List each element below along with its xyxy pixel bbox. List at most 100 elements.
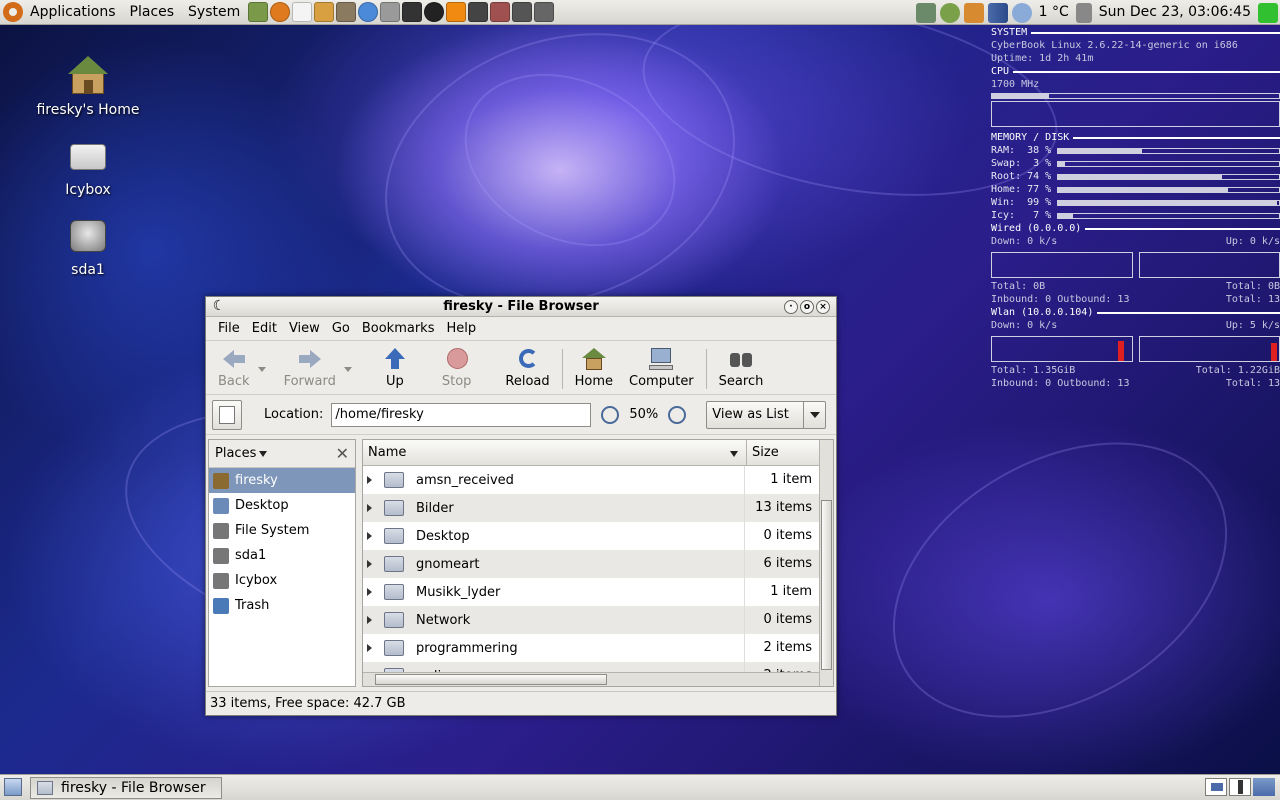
tools-launcher-icon[interactable] <box>314 2 335 22</box>
disc-launcher-icon[interactable] <box>424 2 445 22</box>
cpu-graph <box>991 101 1280 127</box>
table-row[interactable]: Network 0 items <box>363 606 833 634</box>
trash-applet-icon[interactable] <box>1253 778 1275 796</box>
sidebar-item-desktop[interactable]: Desktop <box>209 493 355 518</box>
view-mode-select[interactable]: View as List <box>706 400 827 429</box>
contacts-launcher-icon[interactable] <box>380 2 401 22</box>
toggle-location-button[interactable] <box>212 399 242 430</box>
back-history-dropdown[interactable] <box>257 367 266 372</box>
firefox-launcher-icon[interactable] <box>270 2 291 22</box>
expand-arrow-icon[interactable] <box>367 560 372 568</box>
column-name[interactable]: Name <box>363 440 747 465</box>
menu-go[interactable]: Go <box>326 321 356 336</box>
workspace-2[interactable] <box>1229 778 1251 796</box>
title-bar[interactable]: ☾ firesky - File Browser · o × <box>206 297 836 317</box>
up-button[interactable]: Up <box>374 345 416 391</box>
expand-arrow-icon[interactable] <box>367 504 372 512</box>
trash-icon <box>213 597 229 614</box>
running-man-icon[interactable] <box>1258 2 1278 23</box>
menu-bookmarks[interactable]: Bookmarks <box>356 321 441 336</box>
sidebar-item-file-system[interactable]: File System <box>209 518 355 543</box>
close-button[interactable]: × <box>816 300 830 314</box>
wired-down: Down: 0 k/s <box>991 236 1058 247</box>
ubuntu-logo-icon[interactable] <box>3 2 23 22</box>
applications-menu[interactable]: Applications <box>23 0 123 25</box>
media-launcher-icon[interactable] <box>490 2 511 22</box>
stop-button[interactable]: Stop <box>434 345 480 391</box>
location-input[interactable] <box>331 402 592 427</box>
sidebar-item-firesky[interactable]: firesky <box>209 468 355 493</box>
forward-history-dropdown[interactable] <box>343 367 352 372</box>
minimize-button[interactable]: · <box>784 300 798 314</box>
sidebar-item-sda1[interactable]: sda1 <box>209 543 355 568</box>
show-desktop-icon[interactable] <box>4 778 22 796</box>
usage-bar-label: Root: 74 % <box>991 171 1052 182</box>
table-row[interactable]: Desktop 0 items <box>363 522 833 550</box>
vertical-scrollbar[interactable] <box>819 440 833 686</box>
horizontal-scroll-thumb[interactable] <box>375 674 607 685</box>
desktop-icon-icybox[interactable]: Icybox <box>33 134 143 198</box>
expand-arrow-icon[interactable] <box>367 644 372 652</box>
pidgin-launcher-icon[interactable] <box>358 2 379 22</box>
reload-button[interactable]: Reload <box>497 345 557 391</box>
desktop-icon-sda1[interactable]: sda1 <box>33 214 143 278</box>
window-menu-icon[interactable]: ☾ <box>212 299 226 314</box>
places-menu[interactable]: Places <box>123 0 182 25</box>
sidebar-type-select[interactable]: Places <box>215 446 267 461</box>
sidebar-item-icybox[interactable]: Icybox <box>209 568 355 593</box>
table-row[interactable]: Bilder 13 items <box>363 494 833 522</box>
signal-strength-icon[interactable] <box>987 2 1008 23</box>
menu-help[interactable]: Help <box>440 321 482 336</box>
wired-heading: Wired (0.0.0.0) <box>991 222 1280 235</box>
table-row[interactable]: programmering 2 items <box>363 634 833 662</box>
desktop-icon-home[interactable]: firesky's Home <box>33 54 143 118</box>
sidebar-item-trash[interactable]: Trash <box>209 593 355 618</box>
screen-launcher-icon[interactable] <box>534 2 555 22</box>
usage-bar-row: Home: 77 % <box>991 183 1280 196</box>
film-launcher-icon[interactable] <box>512 2 533 22</box>
back-button[interactable]: Back <box>210 345 258 391</box>
close-sidebar-icon[interactable]: ✕ <box>336 444 349 463</box>
location-bar: Location: 50% View as List <box>206 395 836 435</box>
table-row[interactable]: gnomeart 6 items <box>363 550 833 578</box>
temperature-readout[interactable]: 1 °C <box>1034 0 1074 25</box>
computer-button[interactable]: Computer <box>621 345 702 391</box>
expand-arrow-icon[interactable] <box>367 588 372 596</box>
drive-icon <box>213 547 229 564</box>
menu-edit[interactable]: Edit <box>246 321 283 336</box>
vertical-scroll-thumb[interactable] <box>821 500 832 670</box>
app-launcher-icon[interactable] <box>468 2 489 22</box>
text-editor-launcher-icon[interactable] <box>292 2 313 22</box>
system-menu[interactable]: System <box>181 0 247 25</box>
taskbar-button-file-browser[interactable]: firesky - File Browser <box>30 776 222 799</box>
column-size[interactable]: Size <box>747 440 819 465</box>
weather-icon[interactable] <box>1011 2 1032 23</box>
horizontal-scrollbar[interactable] <box>363 672 819 686</box>
sidebar-item-label: Icybox <box>235 573 278 588</box>
network-tray-icon[interactable] <box>915 2 936 23</box>
zoom-in-icon[interactable] <box>668 405 687 424</box>
vlc-launcher-icon[interactable] <box>446 2 467 22</box>
expand-arrow-icon[interactable] <box>367 532 372 540</box>
expand-arrow-icon[interactable] <box>367 476 372 484</box>
console-launcher-icon[interactable] <box>402 2 423 22</box>
menu-view[interactable]: View <box>283 321 326 336</box>
clock[interactable]: Sun Dec 23, 03:06:45 <box>1094 0 1256 25</box>
folder-icon <box>384 472 404 488</box>
zoom-out-icon[interactable] <box>601 405 620 424</box>
table-row[interactable]: amsn_received 1 item <box>363 466 833 494</box>
workspace-1[interactable] <box>1205 778 1227 796</box>
maximize-button[interactable]: o <box>800 300 814 314</box>
menu-file[interactable]: File <box>212 321 246 336</box>
gimp-launcher-icon[interactable] <box>336 2 357 22</box>
terminal-launcher-icon[interactable] <box>248 2 269 22</box>
volume-icon[interactable] <box>1075 2 1092 23</box>
forward-button[interactable]: Forward <box>276 345 344 391</box>
search-button[interactable]: Search <box>711 345 772 391</box>
user-tray-icon[interactable] <box>939 2 960 23</box>
zoom-level[interactable]: 50% <box>629 407 658 422</box>
tools-tray-icon[interactable] <box>963 2 984 23</box>
expand-arrow-icon[interactable] <box>367 616 372 624</box>
home-button[interactable]: Home <box>567 345 621 391</box>
table-row[interactable]: Musikk_lyder 1 item <box>363 578 833 606</box>
